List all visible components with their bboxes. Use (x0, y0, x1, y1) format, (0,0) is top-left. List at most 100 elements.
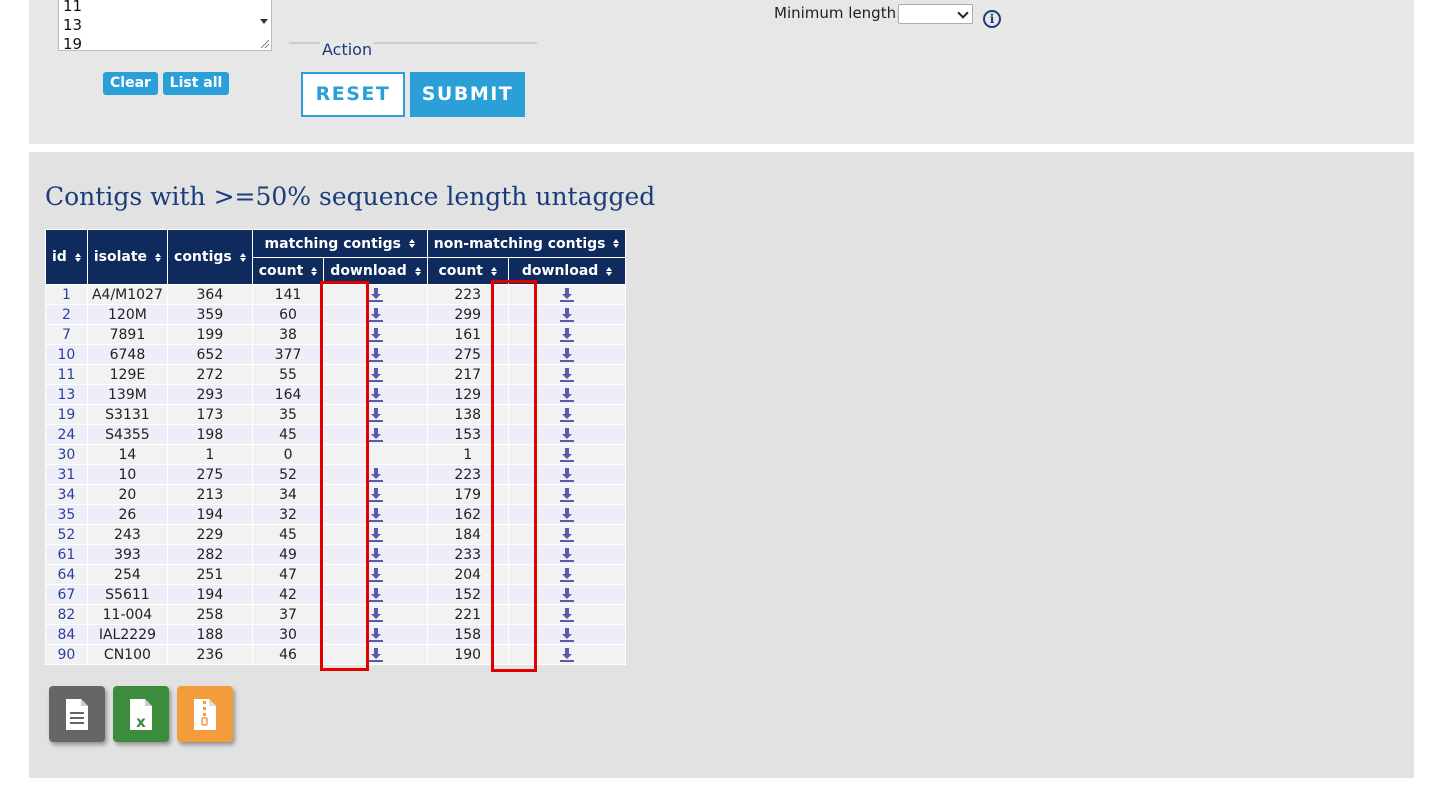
cell-id[interactable]: 13 (45, 384, 88, 405)
export-zip-button[interactable] (177, 686, 233, 742)
isolate-link[interactable]: 10 (58, 347, 76, 363)
cell-matching-download[interactable] (323, 504, 428, 525)
cell-nonmatching-download[interactable] (507, 384, 627, 405)
cell-id[interactable]: 35 (45, 504, 88, 525)
cell-nonmatching-download[interactable] (507, 544, 627, 565)
cell-matching-download[interactable] (323, 284, 428, 305)
isolate-link[interactable]: 2 (62, 307, 71, 323)
isolate-link[interactable]: 30 (58, 447, 76, 463)
cell-matching-download[interactable] (323, 624, 428, 645)
isolate-link[interactable]: 67 (58, 587, 76, 603)
cell-id[interactable]: 7 (45, 324, 88, 345)
cell-nonmatching-download[interactable] (507, 324, 627, 345)
isolate-link[interactable]: 52 (58, 527, 76, 543)
isolate-link[interactable]: 35 (58, 507, 76, 523)
resize-handle[interactable] (261, 40, 269, 48)
cell-nonmatching-download[interactable] (507, 484, 627, 505)
cell-matching-download[interactable] (323, 604, 428, 625)
cell-isolate: 139M (86, 384, 169, 405)
listbox-option[interactable]: 13 (59, 16, 271, 35)
cell-id[interactable]: 2 (45, 304, 88, 325)
cell-id[interactable]: 67 (45, 584, 88, 605)
cell-nonmatching-download[interactable] (507, 344, 627, 365)
cell-matching-download[interactable] (323, 364, 428, 385)
cell-nonmatching-download[interactable] (507, 284, 627, 305)
header-contigs[interactable]: contigs (167, 229, 253, 285)
isolate-link[interactable]: 90 (58, 647, 76, 663)
cell-id[interactable]: 52 (45, 524, 88, 545)
cell-matching-download[interactable] (323, 524, 428, 545)
header-isolate[interactable]: isolate (86, 229, 169, 285)
listbox-option[interactable]: 11 (59, 0, 271, 16)
cell-matching-download[interactable] (323, 564, 428, 585)
cell-nonmatching-download[interactable] (507, 404, 627, 425)
isolate-link[interactable]: 82 (58, 607, 76, 623)
cell-nonmatching-download[interactable] (507, 564, 627, 585)
cell-nonmatching-download[interactable] (507, 504, 627, 525)
cell-matching-download[interactable] (323, 304, 428, 325)
info-icon[interactable]: i (983, 10, 1001, 28)
cell-matching-download[interactable] (323, 344, 428, 365)
cell-matching-download[interactable] (323, 484, 428, 505)
header-matching-download[interactable]: download (323, 257, 428, 285)
cell-nonmatching-download[interactable] (507, 604, 627, 625)
cell-nonmatching-download[interactable] (507, 624, 627, 645)
cell-id[interactable]: 31 (45, 464, 88, 485)
cell-matching-download[interactable] (323, 424, 428, 445)
cell-id[interactable]: 30 (45, 444, 88, 465)
isolate-link[interactable]: 31 (58, 467, 76, 483)
header-nonmatching-count[interactable]: count (426, 257, 509, 285)
isolate-link[interactable]: 24 (58, 427, 76, 443)
cell-id[interactable]: 90 (45, 644, 88, 665)
cell-nonmatching-download[interactable] (507, 584, 627, 605)
minimum-length-select[interactable] (898, 4, 973, 24)
cell-id[interactable]: 24 (45, 424, 88, 445)
isolate-link[interactable]: 84 (58, 627, 76, 643)
submit-button[interactable]: SUBMIT (410, 72, 525, 117)
cell-nonmatching-download[interactable] (507, 424, 627, 445)
cell-matching-download[interactable] (323, 584, 428, 605)
header-id[interactable]: id (45, 229, 88, 285)
cell-id[interactable]: 11 (45, 364, 88, 385)
isolate-link[interactable]: 1 (62, 287, 71, 303)
isolate-link[interactable]: 64 (58, 567, 76, 583)
export-excel-button[interactable]: x (113, 686, 169, 742)
header-non-matching-contigs[interactable]: non-matching contigs (426, 229, 627, 258)
cell-matching-download[interactable] (323, 464, 428, 485)
isolate-link[interactable]: 11 (58, 367, 76, 383)
header-nonmatching-download[interactable]: download (507, 257, 627, 285)
cell-id[interactable]: 61 (45, 544, 88, 565)
scroll-down-arrow[interactable] (260, 19, 268, 24)
header-matching-contigs[interactable]: matching contigs (251, 229, 428, 258)
cell-nonmatching-download[interactable] (507, 464, 627, 485)
isolate-link[interactable]: 13 (58, 387, 76, 403)
isolate-link[interactable]: 7 (62, 327, 71, 343)
cell-id[interactable]: 10 (45, 344, 88, 365)
isolate-link[interactable]: 19 (58, 407, 76, 423)
cell-nonmatching-download[interactable] (507, 304, 627, 325)
clear-button[interactable]: Clear (103, 72, 158, 95)
cell-matching-download[interactable] (323, 404, 428, 425)
cell-matching-download[interactable] (323, 324, 428, 345)
cell-id[interactable]: 19 (45, 404, 88, 425)
list-all-button[interactable]: List all (163, 72, 229, 95)
reset-button[interactable]: RESET (301, 72, 405, 117)
cell-matching-download[interactable] (323, 544, 428, 565)
cell-id[interactable]: 64 (45, 564, 88, 585)
cell-id[interactable]: 82 (45, 604, 88, 625)
cell-id[interactable]: 1 (45, 284, 88, 305)
cell-id[interactable]: 84 (45, 624, 88, 645)
cell-nonmatching-download[interactable] (507, 644, 627, 665)
isolate-link[interactable]: 34 (58, 487, 76, 503)
cell-id[interactable]: 34 (45, 484, 88, 505)
export-text-button[interactable] (49, 686, 105, 742)
cell-matching-download[interactable] (323, 384, 428, 405)
isolate-id-listbox[interactable]: 11 13 19 (58, 0, 272, 51)
listbox-option[interactable]: 19 (59, 35, 271, 50)
isolate-link[interactable]: 61 (58, 547, 76, 563)
header-matching-count[interactable]: count (251, 257, 325, 285)
cell-matching-download[interactable] (323, 644, 428, 665)
cell-nonmatching-download[interactable] (507, 444, 627, 465)
cell-nonmatching-download[interactable] (507, 364, 627, 385)
cell-nonmatching-download[interactable] (507, 524, 627, 545)
